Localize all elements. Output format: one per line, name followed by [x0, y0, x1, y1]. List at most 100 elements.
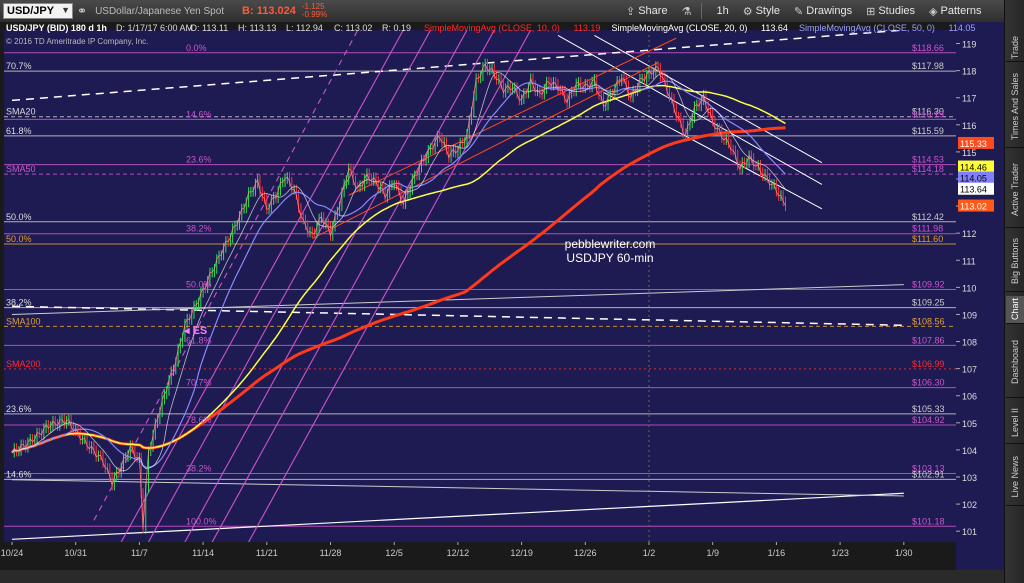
level-left-label: 100.0% [186, 516, 217, 526]
side-tab-trade[interactable]: Trade [1006, 34, 1024, 62]
y-tick-label: 105 [962, 419, 977, 429]
share-button[interactable]: ⇪ Share [626, 5, 668, 18]
price-tag-label: 114.05 [960, 174, 987, 184]
es-marker: ◂ ES [183, 325, 207, 337]
y-tick-label: 106 [962, 392, 977, 402]
level-label: $111.98 [912, 224, 943, 234]
price-tag-label: 114.46 [960, 163, 987, 173]
price-tag-label: 115.33 [960, 139, 987, 149]
ohlc-readout: C: 113.02 [334, 23, 372, 33]
y-tick-label: 108 [962, 338, 977, 348]
y-tick-label: 112 [962, 229, 976, 239]
y-tick-label: 104 [962, 446, 977, 456]
ohlc-readout: O: 113.11 [190, 23, 228, 33]
annotation-site: pebblewriter.com [565, 237, 656, 251]
level-left-label: 78.6% [186, 415, 212, 425]
side-tab-big-buttons[interactable]: Big Buttons [1006, 232, 1024, 292]
level-label: $112.42 [912, 212, 944, 222]
side-tab-times-and-sales[interactable]: Times And Sales [1006, 66, 1024, 148]
x-tick-label: 1/2 [643, 548, 656, 558]
side-tab-label: Active Trader [1010, 162, 1020, 217]
level-label: $109.92 [912, 280, 945, 290]
y-tick-label: 109 [962, 310, 977, 320]
timeframe-button[interactable]: 1h [716, 5, 728, 17]
studies-icon: ⊞ [866, 5, 876, 18]
level-label: $118.66 [912, 43, 944, 53]
chart-title: USD/JPY (BID) 180 d 1h [6, 23, 107, 33]
study-label: SimpleMovingAvg (CLOSE, 50, 0) [799, 23, 935, 33]
symbol-input[interactable]: USD/JPY ▼ [3, 3, 73, 19]
y-tick-label: 119 [962, 40, 976, 50]
level-label: $116.19 [912, 109, 944, 119]
side-tab-live-news[interactable]: Live News [1006, 448, 1024, 506]
level-left-label: SMA200 [6, 359, 41, 369]
y-tick-label: 111 [962, 256, 976, 266]
x-tick-label: 1/23 [831, 548, 849, 558]
ohlc-readout: D: 1/17/17 6:00 AM [116, 23, 193, 33]
side-tab-level-ii[interactable]: Level II [1006, 402, 1024, 444]
level-left-label: 50.0% [6, 212, 32, 222]
side-tab-active-trader[interactable]: Active Trader [1006, 152, 1024, 228]
patterns-icon: ◈ [929, 5, 938, 18]
share-icon: ⇪ [626, 5, 636, 18]
link-icon[interactable]: ⚭ [77, 4, 87, 18]
x-tick-label: 12/26 [574, 548, 597, 558]
y-tick-label: 101 [962, 527, 977, 537]
level-left-label: 38.2% [6, 298, 32, 308]
style-button[interactable]: ⚙ Style [743, 5, 780, 18]
level-left-label: 23.6% [6, 404, 32, 414]
study-value: 113.19 [574, 23, 601, 33]
price-change-pct: -0.99% [301, 10, 328, 19]
level-label: $102.91 [912, 469, 945, 479]
x-tick-label: 10/24 [1, 548, 24, 558]
separator [701, 3, 703, 19]
level-label: $109.25 [912, 298, 945, 308]
side-tab-label: Level II [1010, 407, 1020, 438]
side-tab-label: Live News [1010, 455, 1020, 498]
y-tick-label: 116 [962, 121, 976, 131]
x-tick-label: 1/9 [706, 548, 719, 558]
chart-scrollbar[interactable] [0, 570, 1004, 583]
level-label: $111.60 [912, 234, 943, 244]
patterns-label: Patterns [940, 5, 982, 17]
flask-icon: ⚗ [681, 5, 692, 18]
level-label: $105.33 [912, 404, 945, 414]
price-chart[interactable]: $118.66$117.98$116.30$116.19$115.59$114.… [0, 22, 1004, 570]
study-value: 114.05 [949, 23, 976, 33]
price-change: -1.125 -0.99% [302, 3, 327, 19]
y-tick-label: 118 [962, 67, 976, 77]
x-tick-label: 11/28 [320, 548, 342, 558]
level-left-label: SMA50 [6, 164, 36, 174]
side-tab-label: Dashboard [1010, 340, 1020, 385]
study-value: 113.64 [761, 23, 788, 33]
flask-button[interactable]: ⚗ [682, 5, 692, 18]
x-tick-label: 1/16 [768, 548, 786, 558]
style-icon: ⚙ [742, 5, 753, 18]
x-tick-label: 1/30 [895, 548, 913, 558]
drawings-icon: ✎ [794, 5, 804, 18]
ohlc-readout: R: 0.19 [382, 23, 411, 33]
symbol-dropdown-icon[interactable]: ▼ [61, 5, 70, 15]
side-tab-dashboard[interactable]: Dashboard [1006, 328, 1024, 398]
level-left-label: 0.0% [186, 43, 207, 53]
side-tab-strip: Trade Times And Sales Active Trader Big But… [1004, 0, 1024, 583]
level-label: $108.56 [912, 316, 945, 326]
annotation-title: USDJPY 60-min [566, 251, 653, 265]
side-tab-chart[interactable]: Chart [1006, 296, 1024, 324]
studies-button[interactable]: ⊞ Studies [866, 5, 915, 18]
chart-area[interactable]: $118.66 $117.98 $116.30 $116.19 $115.59 $114.… [0, 22, 1004, 570]
level-left-label: SMA20 [6, 107, 36, 117]
level-left-label: 70.7% [6, 61, 32, 71]
plot-background [4, 30, 956, 542]
drawings-label: Drawings [806, 5, 853, 17]
patterns-button[interactable]: ◈ Patterns [929, 5, 981, 18]
drawings-button[interactable]: ✎ Drawings [794, 5, 852, 18]
level-left-label: 38.2% [186, 224, 212, 234]
share-label: Share [638, 5, 668, 17]
ohlc-readout: L: 112.94 [286, 23, 323, 33]
level-label: $114.18 [912, 164, 944, 174]
price-tag-label: 113.64 [960, 185, 987, 195]
side-tab-label: Times And Sales [1010, 72, 1020, 141]
y-tick-label: 107 [962, 365, 977, 375]
level-left-label: 14.6% [6, 469, 32, 479]
